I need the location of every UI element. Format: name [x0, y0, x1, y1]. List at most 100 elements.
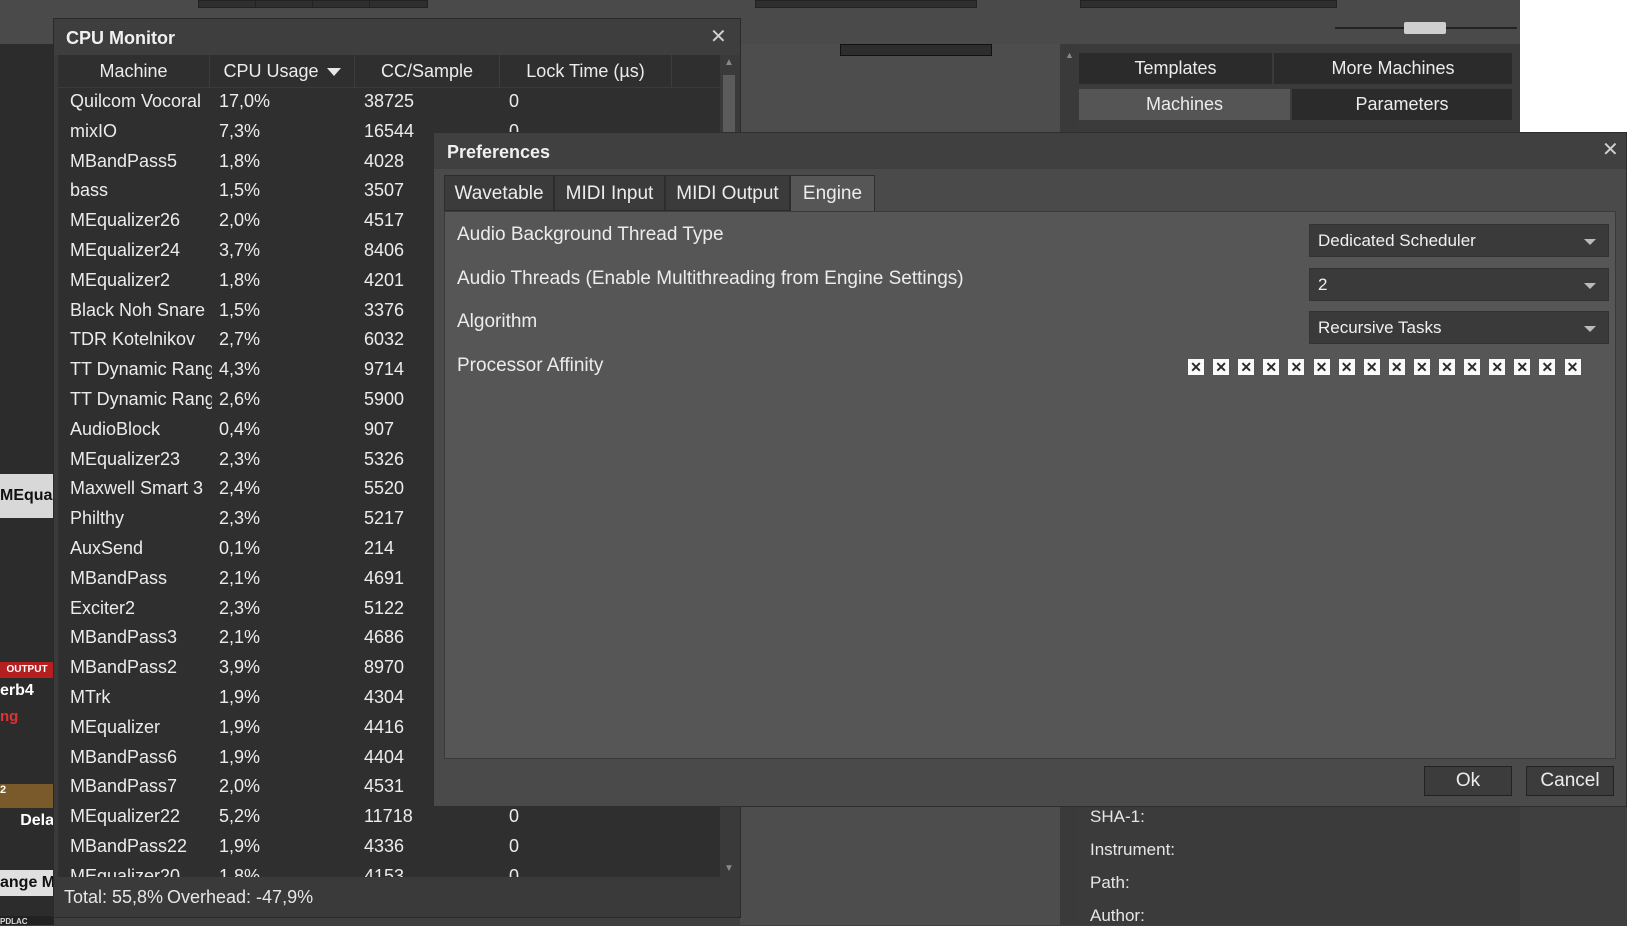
transport-display: [755, 0, 977, 8]
table-row[interactable]: MEqualizer20 1,8% 4153 0: [58, 862, 720, 877]
affinity-checkbox[interactable]: ✕: [1287, 358, 1306, 376]
affinity-checkbox[interactable]: ✕: [1237, 358, 1256, 376]
affinity-checkbox[interactable]: ✕: [1187, 358, 1205, 376]
cpu-monitor-titlebar[interactable]: CPU Monitor ✕: [54, 19, 740, 55]
affinity-checkbox[interactable]: ✕: [1463, 358, 1482, 376]
machine-label: MEqual: [0, 487, 54, 504]
toolbar-segment[interactable]: [198, 0, 257, 8]
machine-name-cell: Philthy: [70, 508, 125, 529]
cpu-usage-cell: 0,4%: [219, 418, 261, 439]
preferences-titlebar[interactable]: Preferences ✕: [434, 133, 1626, 169]
info-instrument-label: Instrument:: [1090, 840, 1176, 859]
affinity-checkbox[interactable]: ✕: [1362, 358, 1381, 376]
cpu-usage-cell: 1,9%: [219, 716, 261, 737]
toolbar-segment[interactable]: [369, 0, 428, 8]
affinity-checkbox[interactable]: ✕: [1412, 358, 1431, 376]
machine-name-cell: MTrk: [70, 687, 111, 707]
machine-name-cell: MEqualizer22: [70, 806, 181, 827]
ok-button[interactable]: Ok: [1424, 766, 1512, 796]
zoom-slider-thumb[interactable]: [1404, 22, 1446, 34]
machine-name-cell: MBandPass2: [70, 657, 178, 678]
table-header: Machine CPU Usage CC/Sample Lock Time (µ…: [58, 55, 720, 88]
toolbar-segment[interactable]: [255, 0, 314, 8]
info-path-label: Path:: [1090, 873, 1130, 892]
machine-name-cell: MEqualizer20: [70, 865, 181, 877]
affinity-checkbox[interactable]: ✕: [1538, 358, 1557, 376]
engine-settings-pane: Audio Background Thread Type Dedicated S…: [444, 211, 1616, 759]
affinity-checkbox[interactable]: ✕: [1488, 358, 1507, 376]
cpu-monitor-title: CPU Monitor: [66, 28, 175, 48]
thread-type-select[interactable]: Dedicated Scheduler: [1309, 224, 1609, 257]
column-header-cpu-usage[interactable]: CPU Usage: [210, 55, 355, 87]
tab-more-machines[interactable]: More Machines: [1273, 52, 1513, 85]
sort-descending-icon: [326, 68, 341, 77]
cpu-usage-cell: 4,3%: [219, 359, 261, 380]
cpu-usage-cell: 2,3%: [219, 597, 261, 618]
cpu-usage-cell: 1,5%: [219, 299, 261, 320]
cpu-usage-cell: 1,8%: [219, 150, 261, 171]
tab-machines[interactable]: Machines: [1078, 88, 1291, 121]
close-icon[interactable]: ✕: [710, 27, 727, 47]
processor-affinity-label: Processor Affinity: [457, 355, 604, 376]
column-header-lock-time[interactable]: Lock Time (µs): [500, 55, 672, 87]
cancel-button[interactable]: Cancel: [1526, 766, 1614, 796]
toolbar-segment[interactable]: [312, 0, 371, 8]
cpu-usage-cell: 3,9%: [219, 657, 261, 678]
column-header-cc-sample[interactable]: CC/Sample: [355, 55, 500, 87]
table-row[interactable]: Quilcom Vocoral 17,0% 38725 0: [58, 87, 720, 117]
machine-label: PDLAC: [0, 916, 54, 925]
lock-time-cell: 0: [509, 806, 520, 827]
table-row[interactable]: MBandPass22 1,9% 4336 0: [58, 832, 720, 862]
affinity-checkbox[interactable]: ✕: [1438, 358, 1456, 376]
lock-time-cell: 0: [509, 865, 520, 877]
audio-threads-select[interactable]: 2: [1309, 268, 1609, 301]
cpu-usage-cell: 17,0%: [219, 91, 271, 111]
thread-type-value: Dedicated Scheduler: [1318, 231, 1476, 250]
affinity-checkbox[interactable]: ✕: [1563, 358, 1582, 376]
machine-block[interactable]: ange M: [0, 870, 54, 896]
cpu-usage-cell: 2,1%: [219, 567, 261, 588]
affinity-checkbox[interactable]: ✕: [1387, 358, 1406, 376]
tab-midi-output[interactable]: MIDI Output: [665, 175, 790, 211]
cpu-usage-cell: 1,9%: [219, 687, 261, 707]
cpu-usage-cell: 2,0%: [219, 210, 261, 231]
machine-view-left: MEqual OUTPUT erb4 ng 2 Dela ange M PDLA…: [0, 44, 54, 925]
machine-name-cell: TDR Kotelnikov: [70, 329, 196, 350]
machine-name-cell: MBandPass6: [70, 746, 178, 767]
machine-label: 2: [0, 784, 54, 808]
affinity-checkbox[interactable]: ✕: [1337, 358, 1356, 376]
affinity-checkbox[interactable]: ✕: [1312, 358, 1331, 376]
processor-affinity-checkboxes: ✕ ✕ ✕ ✕ ✕ ✕ ✕ ✕ ✕ ✕ ✕ ✕ ✕ ✕ ✕ ✕: [1187, 358, 1607, 378]
machine-thumbnail[interactable]: [840, 44, 992, 56]
algorithm-label: Algorithm: [457, 311, 538, 332]
machine-name-cell: MEqualizer26: [70, 210, 181, 231]
machine-name-cell: MEqualizer: [70, 716, 161, 737]
tab-wavetable[interactable]: Wavetable: [444, 175, 554, 211]
machine-name-cell: Exciter2: [70, 597, 136, 618]
tab-parameters[interactable]: Parameters: [1291, 88, 1513, 121]
cpu-usage-cell: 7,3%: [219, 120, 261, 141]
scroll-down-icon[interactable]: ▼: [724, 863, 734, 874]
tab-templates[interactable]: Templates: [1078, 52, 1273, 85]
toolbar-field[interactable]: [1080, 0, 1337, 8]
cc-sample-cell: 38725: [364, 91, 415, 111]
scrollbar-thumb[interactable]: [723, 75, 735, 135]
cpu-usage-cell: 2,3%: [219, 508, 261, 529]
output-badge: OUTPUT: [0, 662, 54, 678]
tab-midi-input[interactable]: MIDI Input: [554, 175, 665, 211]
machine-name-cell: TT Dynamic Rang: [70, 389, 212, 409]
machine-name-cell: AudioBlock: [70, 418, 161, 439]
algorithm-select[interactable]: Recursive Tasks: [1309, 311, 1609, 344]
scroll-up-icon[interactable]: ▲: [724, 57, 734, 68]
machine-block[interactable]: MEqual: [0, 474, 54, 518]
machine-name-cell: MEqualizer23: [70, 448, 181, 469]
tab-engine[interactable]: Engine: [790, 175, 875, 212]
close-icon[interactable]: ✕: [1602, 140, 1619, 160]
affinity-checkbox[interactable]: ✕: [1212, 358, 1231, 376]
affinity-checkbox[interactable]: ✕: [1513, 358, 1532, 376]
preferences-title: Preferences: [447, 142, 551, 162]
total-usage: Total: 55,8%: [64, 887, 164, 907]
affinity-checkbox[interactable]: ✕: [1262, 358, 1281, 376]
scroll-up-icon[interactable]: ▲: [1065, 50, 1074, 60]
column-header-machine[interactable]: Machine: [58, 55, 210, 87]
